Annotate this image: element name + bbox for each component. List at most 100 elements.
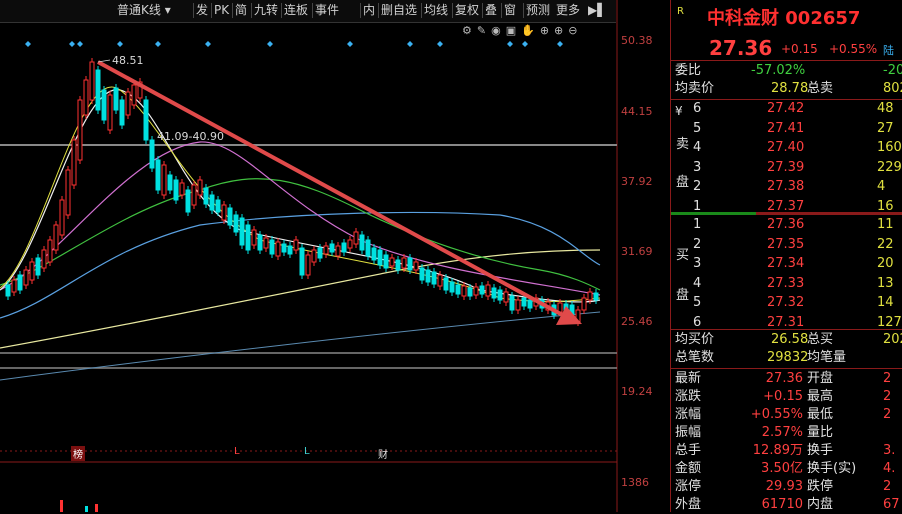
- bids-level-row[interactable]: 2 27.35 22: [671, 236, 902, 254]
- stat-value-right: 67: [883, 497, 900, 512]
- ma-long: [0, 311, 601, 381]
- toolbar-button[interactable]: 更多: [556, 2, 580, 19]
- eye-icon[interactable]: ◉: [491, 24, 506, 37]
- stat-label: 最新: [675, 371, 702, 386]
- candle-body: [455, 284, 461, 295]
- candle-body: [119, 99, 125, 126]
- asks-price: 27.42: [767, 101, 805, 116]
- stat-label-right: 最高: [807, 389, 834, 404]
- lock-icon[interactable]: ▣: [506, 24, 521, 37]
- toolbar-button[interactable]: 内: [363, 2, 375, 19]
- candle-body: [215, 199, 221, 213]
- candle-body: [287, 245, 293, 255]
- stat-label-right: 最低: [807, 407, 834, 422]
- draw-icon[interactable]: ✎: [477, 24, 491, 37]
- candle-body: [77, 99, 83, 161]
- signal-diamond: [117, 41, 123, 47]
- stat-row: 金额 3.50亿 换手(实) 4.: [671, 460, 902, 478]
- candle-body: [191, 184, 197, 206]
- bids-level-row[interactable]: 3 27.34 20: [671, 255, 902, 273]
- toolbar-button[interactable]: 叠: [485, 2, 497, 19]
- bids-price: 27.32: [767, 295, 805, 310]
- toolbar-button[interactable]: 预测: [526, 2, 550, 19]
- price-change: +0.15: [781, 42, 818, 56]
- candle-body: [347, 239, 353, 249]
- toolbar-button[interactable]: 连板: [284, 2, 308, 19]
- candle-body: [197, 179, 203, 196]
- stat-label-right: 量比: [807, 425, 834, 440]
- signal-diamond: [347, 41, 353, 47]
- bids-level-row[interactable]: 1 27.36 11: [671, 216, 902, 234]
- avg-buy-row: 均买价 26.58 总买 202: [671, 331, 902, 349]
- event-marker-cai[interactable]: 财: [378, 446, 388, 461]
- event-marker-bang[interactable]: 榜: [71, 446, 85, 461]
- candle-body: [485, 284, 491, 297]
- toolbar-button[interactable]: 简: [235, 2, 247, 19]
- asks-volume: 160: [877, 140, 902, 155]
- candle-body: [275, 241, 281, 257]
- total-row: 总笔数 29832 均笔量: [671, 349, 902, 367]
- bids-volume: 20: [877, 256, 894, 271]
- settings-icon[interactable]: ⚙: [462, 24, 477, 37]
- stock-name: 中科金财: [707, 8, 779, 29]
- asks-level: 5: [693, 120, 702, 136]
- candle-body: [377, 249, 383, 266]
- stat-row: 总手 12.89万 换手 3.: [671, 442, 902, 460]
- toolbar-button[interactable]: 删自选: [381, 2, 417, 19]
- candle-body: [281, 243, 287, 253]
- stat-label: 振幅: [675, 425, 702, 440]
- bids-level: 2: [693, 236, 702, 252]
- asks-level-row[interactable]: 5 27.41 27: [671, 120, 902, 138]
- stat-value: 27.36: [765, 371, 803, 386]
- toolbar-button[interactable]: 事件: [315, 2, 339, 19]
- signal-diamond: [407, 41, 413, 47]
- bids-level: 3: [693, 256, 702, 271]
- candle-body: [101, 89, 107, 121]
- event-marker-l[interactable]: L: [234, 446, 240, 457]
- signal-markers: [25, 41, 563, 47]
- avg-trade-label: 均笔量: [807, 350, 847, 365]
- bids-level-row[interactable]: 4 27.33 13: [671, 275, 902, 293]
- asks-level: 4: [693, 140, 702, 155]
- candle-body: [245, 224, 251, 251]
- toolbar-button[interactable]: 均线: [424, 2, 448, 19]
- zoom-out-icon[interactable]: ⊖: [568, 24, 582, 37]
- kline-chart[interactable]: 48.51 41.09-40.90: [0, 0, 670, 512]
- candle-body: [461, 285, 467, 297]
- collapse-icon[interactable]: ▶▌: [588, 2, 606, 19]
- toolbar-button[interactable]: 窗: [504, 2, 516, 19]
- candle-body: [17, 274, 23, 291]
- weibi-value: -57.02%: [751, 63, 806, 78]
- crosshair-icon[interactable]: ⊕: [540, 24, 554, 37]
- stat-label: 外盘: [675, 497, 702, 512]
- chart-type-select[interactable]: 普通K线 ▾: [117, 2, 171, 19]
- asks-level-row[interactable]: 2 27.38 4: [671, 178, 902, 196]
- asks-level-row[interactable]: 6 27.42 48: [671, 100, 902, 118]
- toolbar-button[interactable]: 九转: [254, 2, 278, 19]
- hand-icon[interactable]: ✋: [521, 24, 540, 37]
- asks-price: 27.40: [767, 140, 805, 155]
- event-marker-l[interactable]: L: [304, 446, 310, 457]
- avg-sell-row: 均卖价 28.78 总卖 802: [671, 80, 902, 98]
- candle-body: [467, 287, 473, 297]
- signal-diamond: [155, 41, 161, 47]
- candle-body: [431, 271, 437, 285]
- connect-tag[interactable]: 陆: [883, 42, 894, 58]
- candle-body: [23, 269, 29, 286]
- bids-level-row[interactable]: 5 27.32 14: [671, 294, 902, 312]
- avg-buy-label: 均买价: [675, 332, 715, 347]
- bids-volume: 11: [877, 217, 894, 232]
- zoom-in-icon[interactable]: ⊕: [554, 24, 568, 37]
- asks-level-row[interactable]: 3 27.39 229: [671, 159, 902, 177]
- signal-diamond: [437, 41, 443, 47]
- asks-level-row[interactable]: 4 27.40 160: [671, 139, 902, 157]
- candle-body: [29, 261, 35, 281]
- toolbar-button[interactable]: 复权: [455, 2, 479, 19]
- candle-body: [83, 79, 89, 116]
- candle-body: [593, 292, 599, 301]
- stat-row: 涨跌 +0.15 最高 2: [671, 388, 902, 406]
- toolbar-button[interactable]: 发: [196, 2, 208, 19]
- toolbar-button[interactable]: PK: [214, 2, 229, 19]
- candle-body: [209, 194, 215, 211]
- candle-body: [251, 229, 257, 246]
